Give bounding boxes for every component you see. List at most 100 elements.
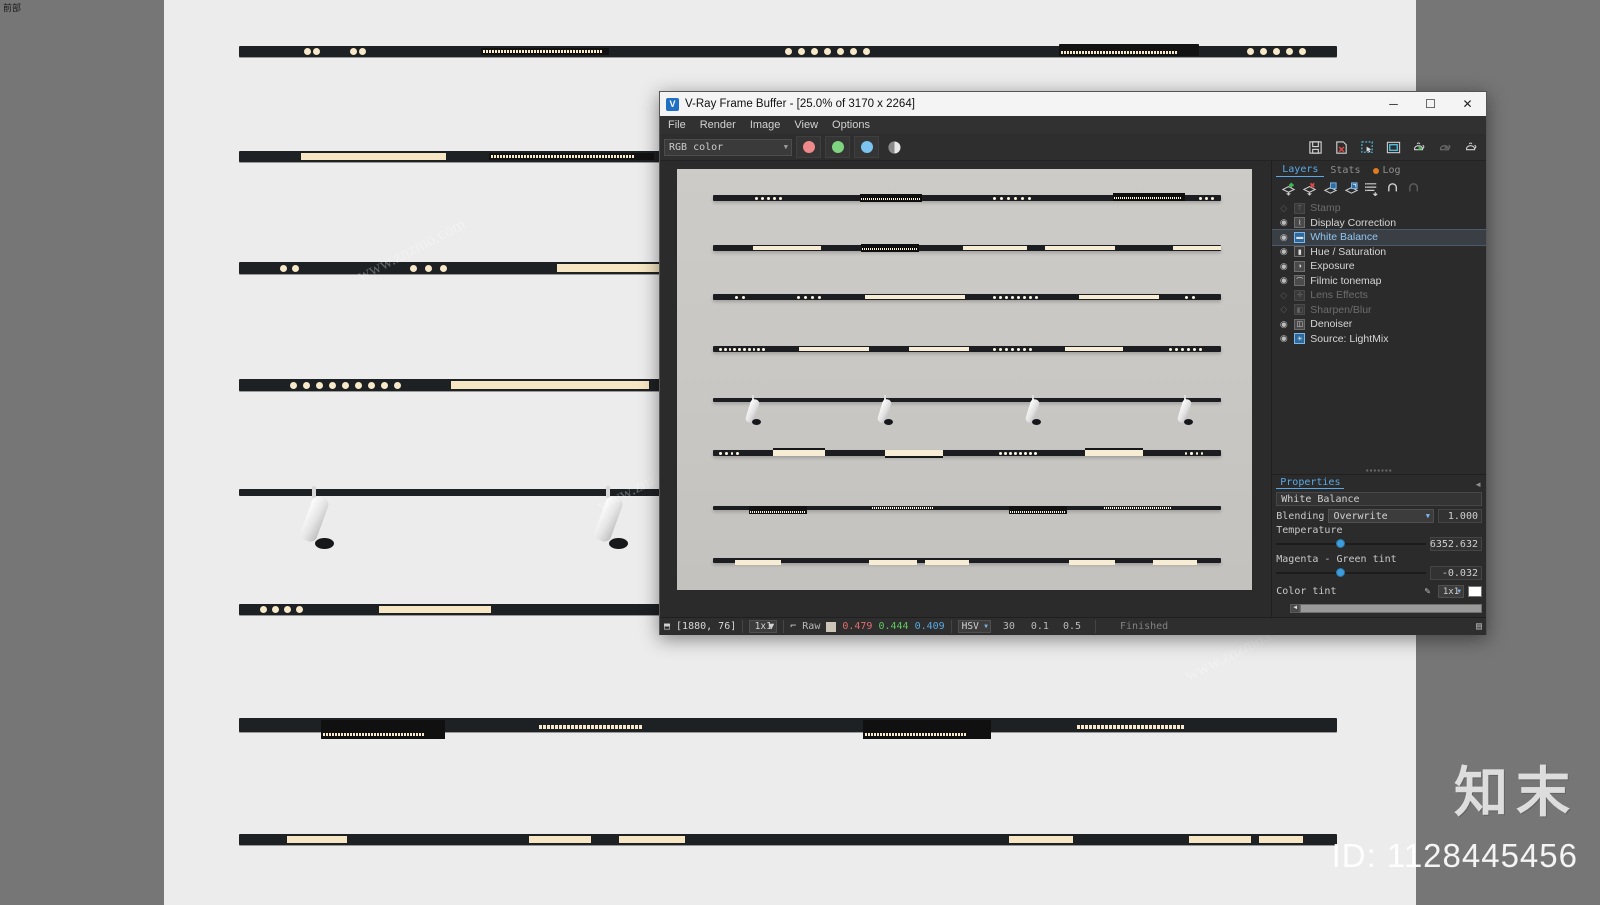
temperature-input[interactable]: 6352.632 [1430, 537, 1482, 551]
load-layer-preset-icon[interactable] [1343, 180, 1360, 197]
tab-layers[interactable]: Layers [1276, 163, 1325, 177]
properties-layer-name: White Balance [1276, 492, 1482, 506]
render-track-row [713, 193, 1221, 202]
undo-icon[interactable] [1385, 180, 1402, 197]
eye-icon[interactable]: ◉ [1278, 217, 1289, 228]
color-tint-swatch[interactable] [1468, 586, 1482, 597]
color-tint-mode-select[interactable]: 1x1 ▼ [1438, 585, 1464, 598]
layer-label: White Balance [1310, 231, 1378, 244]
tint-slider[interactable] [1276, 568, 1426, 577]
render-last-icon[interactable] [1460, 136, 1482, 158]
eye-icon[interactable]: ◉ [1278, 261, 1289, 272]
red-channel-button[interactable] [796, 136, 821, 158]
blending-amount-input[interactable]: 1.000 [1438, 509, 1482, 523]
layer-row-lens-effects[interactable]: ◇ ✛ Lens Effects [1272, 288, 1486, 303]
menu-options[interactable]: Options [832, 119, 870, 131]
show-last-vfb-icon[interactable] [1382, 136, 1404, 158]
channel-select[interactable]: RGB color ▼ [664, 138, 792, 156]
eye-icon[interactable]: ◉ [1278, 246, 1289, 257]
layer-row-stamp[interactable]: ◇ T Stamp [1272, 201, 1486, 216]
slider-knob[interactable] [1336, 539, 1346, 548]
render-canvas[interactable] [660, 161, 1272, 617]
chevron-down-icon: ▼ [783, 143, 788, 151]
tint-input[interactable]: -0.032 [1430, 566, 1482, 580]
viewport-track-6 [239, 718, 1337, 739]
eye-icon[interactable]: ◇ [1278, 203, 1289, 214]
blending-select[interactable]: Overwrite ▼ [1328, 509, 1434, 523]
panel-splitter[interactable]: ▪▪▪▪▪▪▪ [1272, 466, 1486, 475]
layer-row-denoiser[interactable]: ◉ ◫ Denoiser [1272, 317, 1486, 332]
color-curve-icon[interactable]: ⌐ [790, 621, 796, 632]
layer-row-display-correction[interactable]: ◉ ⌇ Display Correction [1272, 216, 1486, 231]
hsv-s-value: 0.1 [1030, 621, 1049, 632]
vray-logo-icon: V [666, 97, 679, 111]
layer-row-filmic-tonemap[interactable]: ◉ ⌒ Filmic tonemap [1272, 274, 1486, 289]
colorspace-select[interactable]: HSV ▼ [957, 620, 991, 633]
eye-icon[interactable]: ◉ [1278, 333, 1289, 344]
toggle-panel-icon[interactable]: ▤ [1476, 621, 1482, 632]
chevron-down-icon: ▼ [1457, 588, 1461, 595]
monochrome-channel-button[interactable] [883, 136, 905, 158]
layer-row-hue-saturation[interactable]: ◉ ▮ Hue / Saturation [1272, 245, 1486, 260]
maximize-button[interactable]: ☐ [1412, 92, 1449, 116]
collapse-icon[interactable]: ◄ [1474, 480, 1486, 489]
render-track-row [713, 244, 1221, 252]
eyedropper-icon[interactable]: ✎ [1421, 586, 1434, 597]
watermark-text: www.znzmo.com [1451, 664, 1567, 735]
tab-stats[interactable]: Stats [1324, 164, 1366, 177]
layer-label: Display Correction [1310, 216, 1397, 229]
green-channel-button[interactable] [825, 136, 850, 158]
sample-size-select[interactable]: 1x1 ▼ [749, 620, 778, 633]
menu-file[interactable]: File [668, 119, 686, 131]
colorspace-value: HSV [961, 621, 979, 632]
sharpen-blur-icon: ◧ [1294, 304, 1306, 316]
scroll-thumb[interactable] [1300, 603, 1482, 613]
window-titlebar[interactable]: V V-Ray Frame Buffer - [25.0% of 3170 x … [660, 92, 1486, 116]
start-render-icon[interactable] [1408, 136, 1430, 158]
close-button[interactable]: ✕ [1449, 92, 1486, 116]
menu-render[interactable]: Render [700, 119, 736, 131]
layer-row-sharpen-blur[interactable]: ◇ ◧ Sharpen/Blur [1272, 303, 1486, 318]
menu-image[interactable]: Image [750, 119, 781, 131]
eye-icon[interactable]: ◇ [1278, 290, 1289, 301]
render-image [677, 169, 1252, 590]
panel-tabs: Layers Stats Log [1272, 161, 1486, 177]
render-track-row [713, 448, 1221, 458]
stop-render-icon[interactable] [1434, 136, 1456, 158]
layer-list-icon[interactable] [1364, 180, 1381, 197]
eye-icon[interactable]: ◉ [1278, 319, 1289, 330]
status-bar: ⬒ [1880, 76] 1x1 ▼ ⌐ Raw 0.479 0.444 0.4… [660, 617, 1486, 635]
pixel-probe-icon[interactable]: ⬒ [664, 621, 670, 632]
tab-log-label: Log [1382, 165, 1401, 176]
minimize-button[interactable]: ─ [1375, 92, 1412, 116]
menubar: File Render Image View Options [660, 116, 1486, 134]
add-layer-icon[interactable] [1280, 180, 1297, 197]
layer-row-exposure[interactable]: ◉ ◑ Exposure [1272, 259, 1486, 274]
remove-layer-icon[interactable] [1301, 180, 1318, 197]
menu-view[interactable]: View [794, 119, 818, 131]
chevron-down-icon: ▼ [984, 623, 988, 630]
eye-icon[interactable]: ◉ [1278, 232, 1289, 243]
exposure-icon: ◑ [1294, 260, 1306, 272]
save-image-icon[interactable] [1304, 136, 1326, 158]
blue-channel-button[interactable] [854, 136, 879, 158]
scroll-left-icon[interactable]: ◄ [1290, 603, 1301, 613]
redo-icon[interactable] [1406, 180, 1423, 197]
temperature-slider[interactable] [1276, 539, 1426, 548]
eye-icon[interactable]: ◉ [1278, 275, 1289, 286]
stamp-icon: T [1294, 202, 1306, 214]
save-image-as-icon[interactable] [1330, 136, 1352, 158]
curve-icon: ⌇ [1294, 217, 1306, 229]
layer-row-source-lightmix[interactable]: ◉ ☀ Source: LightMix [1272, 332, 1486, 347]
tab-properties[interactable]: Properties [1276, 477, 1345, 489]
slider-knob[interactable] [1336, 568, 1346, 577]
region-render-icon[interactable] [1356, 136, 1378, 158]
layer-label: Exposure [1310, 260, 1355, 273]
lens-effects-icon: ✛ [1294, 289, 1306, 301]
properties-hscrollbar[interactable]: ◄ [1290, 603, 1482, 613]
duplicate-layer-icon[interactable] [1322, 180, 1339, 197]
layer-list[interactable]: ◇ T Stamp ◉ ⌇ Display Correction ◉ ▬ Whi… [1272, 199, 1486, 466]
layer-row-white-balance[interactable]: ◉ ▬ White Balance [1272, 229, 1486, 246]
eye-icon[interactable]: ◇ [1278, 304, 1289, 315]
tab-log[interactable]: Log [1367, 164, 1407, 177]
